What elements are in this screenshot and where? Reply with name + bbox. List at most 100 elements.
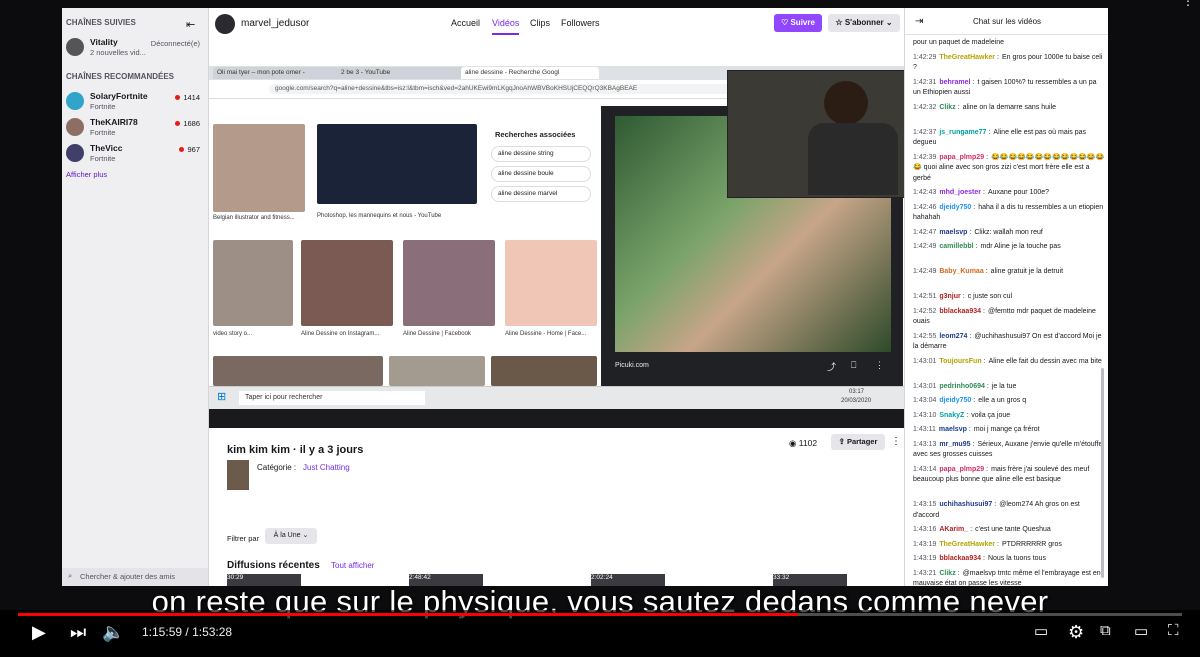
channel-name[interactable]: marvel_jedusor — [241, 18, 309, 29]
chat-text: je la tue — [991, 382, 1017, 390]
settings-icon[interactable]: ⚙ — [1068, 622, 1084, 643]
taskbar-search: Taper ici pour rechercher — [239, 391, 425, 405]
live-dot-icon — [179, 147, 185, 152]
follow-button[interactable]: ♡ Suivre — [774, 14, 822, 32]
chat-username[interactable]: bblackaa934 — [939, 555, 981, 562]
subtitles-icon[interactable]: ▭ — [1034, 622, 1048, 640]
chat-separator: : — [986, 153, 989, 161]
video-title: kim kim kim · il y a 3 jours — [227, 444, 364, 456]
chat-text: aline gratuit je la detruit — [990, 268, 1064, 275]
chat-username[interactable]: TheGreatHawker — [939, 54, 995, 61]
channel-sub: 2 nouvelles vid... — [90, 48, 146, 57]
chat-username[interactable]: AKarim_ — [939, 526, 968, 533]
miniplayer-icon[interactable]: ⧉ — [1100, 622, 1111, 639]
chat-separator: : — [975, 243, 978, 250]
chat-username[interactable]: djeidy750 — [939, 397, 971, 404]
recommended-channel[interactable]: SolaryFortnite Fortnite 1414 — [66, 90, 206, 116]
viewer-count: 1686 — [175, 119, 200, 128]
chat-separator: : — [988, 128, 991, 136]
chat-username[interactable]: maelsvp — [939, 229, 967, 236]
chat-message: 1:43:14 papa_plmp29: mais frère j'ai soule… — [913, 465, 1105, 486]
chat-username[interactable]: leom274 — [939, 333, 967, 340]
chat-timestamp: 1:42:31 — [913, 78, 937, 86]
result-image — [403, 240, 495, 326]
share-button[interactable]: ⇪ Partager — [831, 434, 885, 450]
channel-game: Fortnite — [90, 128, 116, 137]
chat-timestamp: 1:43:01 — [913, 357, 937, 365]
time-display: 1:15:59 / 1:53:28 — [142, 625, 233, 639]
result-image — [301, 240, 393, 326]
more-options-icon[interactable]: ⋮ — [1182, 0, 1196, 8]
filter-select[interactable]: À la Une ⌄ — [265, 528, 317, 544]
video-player[interactable]: Oli mai tyer – mon pote omer - 2 be 3 - … — [209, 40, 906, 428]
result-image — [213, 356, 383, 386]
chat-separator: : — [966, 411, 969, 419]
fullscreen-icon[interactable]: ⛶ — [1168, 622, 1179, 639]
chat-message: 1:43:15 uchihashusui97: @leom274 Ah gros o… — [913, 500, 1105, 521]
result-image — [213, 240, 293, 326]
streamer-head — [824, 81, 868, 125]
chat-username[interactable]: Clikz — [939, 104, 955, 111]
chat-scrollbar[interactable] — [1101, 368, 1104, 578]
chat-username[interactable]: papa_plmp29 — [939, 466, 984, 473]
category-thumbnail[interactable] — [227, 460, 249, 490]
recommended-channel[interactable]: TheKAIRI78 Fortnite 1686 — [66, 116, 206, 142]
theater-icon[interactable]: ▭ — [1134, 622, 1148, 640]
chat-message: 1:42:52 bblackaa934: @femtto mdr paquet de… — [913, 307, 1105, 328]
chat-username[interactable]: Baby_Kumaa — [939, 268, 983, 275]
browser-tab: 2 be 3 - YouTube — [337, 67, 463, 79]
recommended-channel[interactable]: TheVicc Fortnite 967 — [66, 142, 206, 168]
chat-username[interactable]: djeidy750 — [939, 204, 971, 211]
collapse-rail-icon[interactable]: ⇤ — [186, 18, 195, 31]
progress-bar[interactable] — [18, 613, 1182, 616]
play-icon[interactable]: ▶ — [32, 622, 46, 643]
tab-videos[interactable]: Vidéos — [492, 18, 520, 35]
chat-username[interactable]: ToujoursFun — [939, 358, 981, 365]
tab-home[interactable]: Accueil — [451, 18, 480, 28]
tab-clips[interactable]: Clips — [530, 18, 550, 28]
related-searches-title: Recherches associées — [495, 130, 576, 139]
volume-icon[interactable]: 🔈 — [102, 622, 124, 643]
webcam-overlay — [727, 70, 906, 198]
chat-username[interactable]: SnakyZ — [939, 412, 964, 419]
chat-message: 1:43:01 ToujoursFun: Aline elle fait du de… — [913, 357, 1105, 368]
chat-text: PTDRRRRRR gros — [1001, 540, 1062, 548]
more-options-icon[interactable]: ⋮ — [891, 436, 901, 447]
chat-username[interactable]: g3njur — [939, 293, 960, 300]
chat-username[interactable]: TheGreatHawker — [939, 541, 995, 548]
chat-username[interactable]: papa_plmp29 — [939, 154, 984, 161]
subscribe-button[interactable]: ☆ S'abonner ⌄ — [828, 14, 900, 32]
chat-username[interactable]: uchihashusui97 — [939, 501, 992, 508]
show-all-link[interactable]: Tout afficher — [331, 561, 374, 570]
result-caption: Photoshop, les mannequins et nous - YouT… — [317, 213, 442, 219]
chat-username[interactable]: bblackaa934 — [939, 308, 981, 315]
captured-browser: Oli mai tyer – mon pote omer - 2 be 3 - … — [209, 40, 906, 386]
show-more-link[interactable]: Afficher plus — [66, 170, 107, 179]
avatar — [66, 38, 84, 56]
chat-timestamp: 1:43:13 — [913, 440, 937, 448]
chat-username[interactable]: js_rungame77 — [939, 129, 986, 136]
chevron-down-icon: ⌄ — [300, 532, 309, 539]
chat-username[interactable]: mr_mu95 — [939, 441, 970, 448]
avatar[interactable] — [215, 14, 235, 34]
next-icon[interactable]: ⏭ — [70, 622, 86, 643]
chat-username[interactable]: behramel — [939, 79, 970, 86]
chat-username[interactable]: pedrinho0694 — [939, 383, 985, 390]
followed-channel[interactable]: Vitality 2 nouvelles vid... Déconnecté(e… — [66, 36, 206, 62]
category-link[interactable]: Just Chatting — [303, 463, 350, 472]
chat-username[interactable]: maelsvp — [939, 426, 967, 433]
friends-search-label: Chercher & ajouter des amis — [80, 572, 176, 581]
chat-separator: : — [973, 203, 976, 211]
share-icon: ⇪ — [838, 437, 847, 446]
result-image — [491, 356, 597, 386]
chat-text: elle a un gros q — [978, 397, 1027, 404]
chat-username[interactable]: camillebbl — [939, 243, 973, 250]
channel-game: Fortnite — [90, 154, 116, 163]
chat-username[interactable]: mhd_joester — [939, 189, 981, 196]
tab-followers[interactable]: Followers — [561, 18, 600, 28]
chat-timestamp: 1:43:21 — [913, 569, 937, 577]
chat-separator: : — [983, 555, 985, 562]
chat-timestamp: 1:42:55 — [913, 332, 937, 340]
chat-message: 1:42:47 maelsvp: Clikz: wallah mon reuf — [913, 228, 1105, 239]
chat-username[interactable]: Clikz — [939, 570, 955, 577]
